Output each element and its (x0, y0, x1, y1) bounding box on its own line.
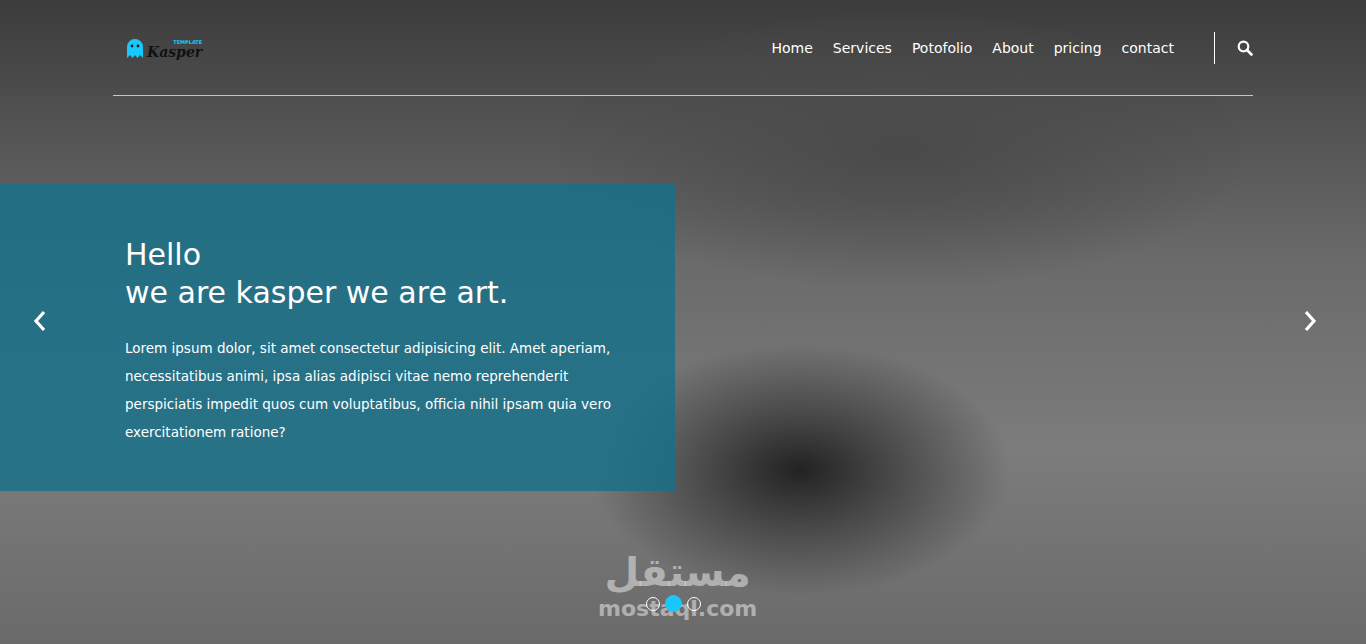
slider-dot[interactable] (687, 597, 701, 611)
search-button[interactable] (1214, 32, 1253, 64)
nav-link[interactable]: About (992, 40, 1033, 56)
nav-link[interactable]: Services (833, 40, 892, 56)
logo[interactable]: TEMPLATEKasper (125, 37, 202, 59)
chevron-right-icon (1302, 309, 1318, 333)
nav-link[interactable]: contact (1122, 40, 1174, 56)
main-nav: Home Services Potofolio About pricing contact (772, 40, 1174, 56)
ghost-icon (125, 37, 145, 59)
hero-box: Hellowe are kasper we are art. Lorem ipsu… (0, 184, 675, 491)
logo-name: Kasper (147, 45, 202, 59)
slider-dot[interactable] (646, 597, 660, 611)
nav-link[interactable]: pricing (1054, 40, 1102, 56)
nav-link[interactable]: Potofolio (912, 40, 972, 56)
chevron-left-icon (32, 309, 48, 333)
hero-text: Lorem ipsum dolor, sit amet consectetur … (125, 334, 625, 446)
slider-dots (646, 595, 701, 612)
landing-page: TEMPLATEKasper Home Services Potofolio About… (0, 0, 1366, 644)
next-arrow[interactable] (1302, 309, 1318, 336)
nav-link[interactable]: Home (772, 40, 813, 56)
search-icon (1237, 40, 1253, 56)
slider-dot[interactable] (665, 595, 682, 612)
hero-title: Hellowe are kasper we are art. (125, 236, 625, 312)
header: TEMPLATEKasper Home Services Potofolio About… (113, 0, 1253, 96)
prev-arrow[interactable] (32, 309, 48, 336)
